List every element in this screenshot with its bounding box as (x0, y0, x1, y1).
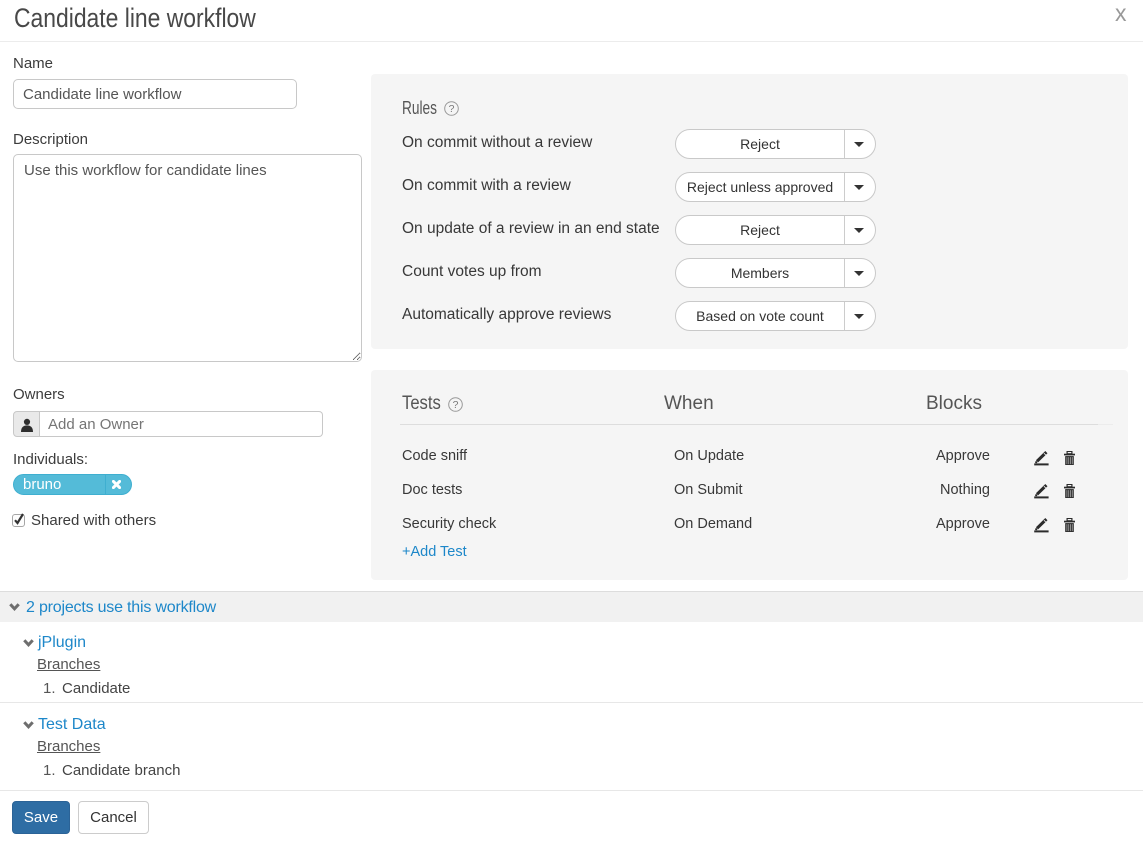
svg-text:?: ? (449, 103, 455, 115)
svg-text:?: ? (453, 399, 459, 411)
